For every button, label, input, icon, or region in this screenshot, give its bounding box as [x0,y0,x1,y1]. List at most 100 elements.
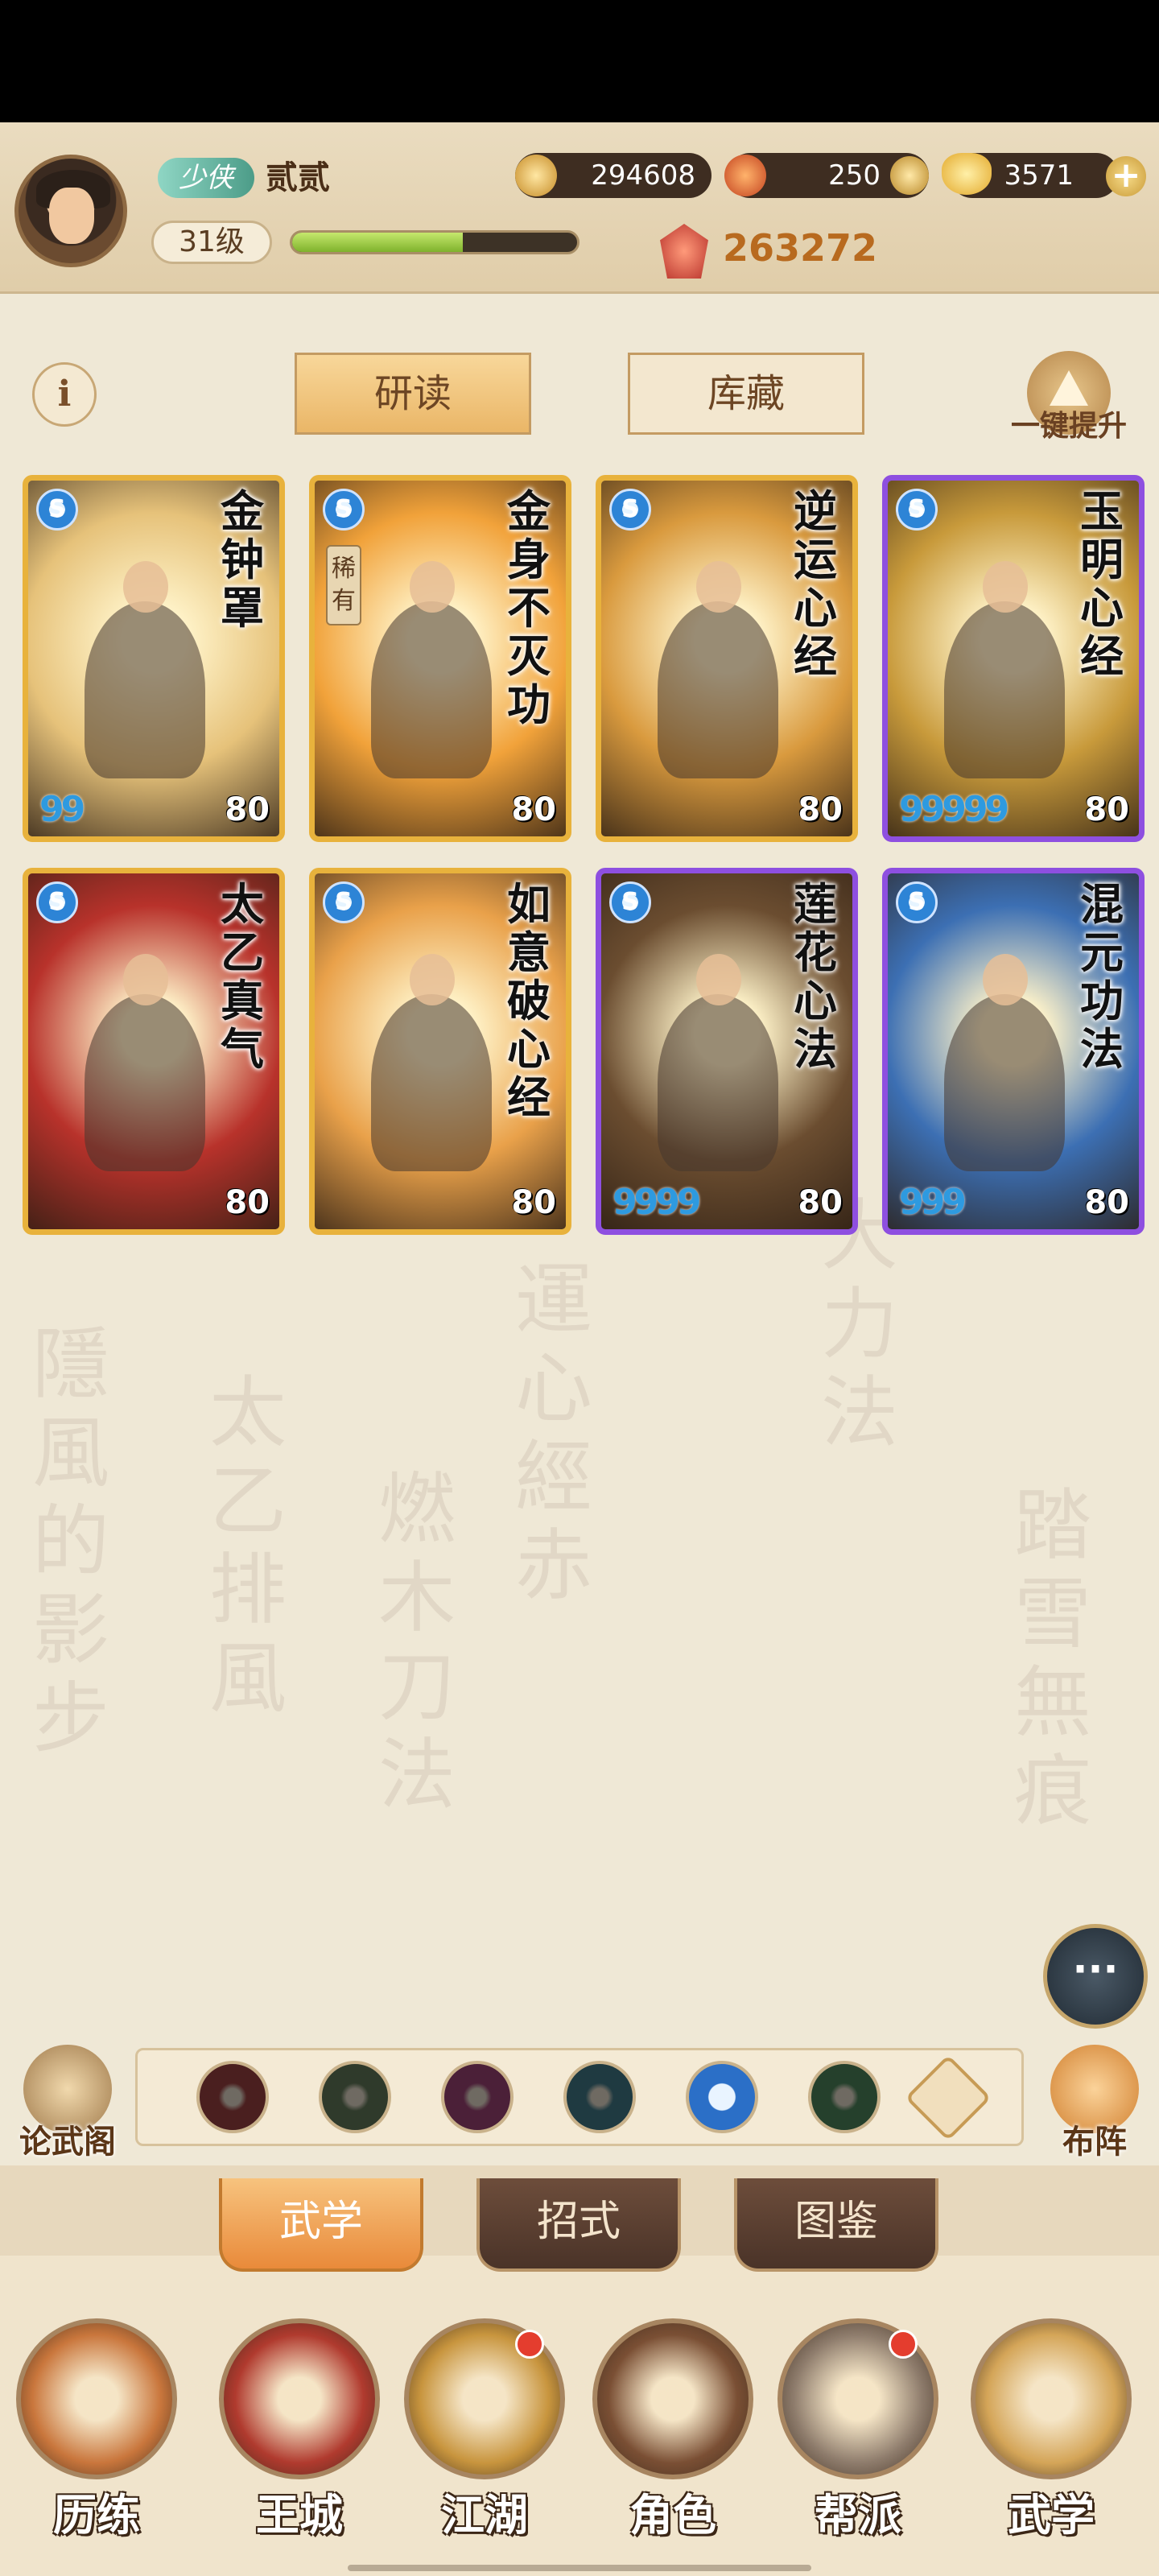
skill-card-level: 80 [511,791,556,828]
skill-card-level: 80 [225,1184,270,1221]
nav-label: 历练 [53,2490,140,2541]
coin-icon [515,155,557,196]
skill-card-name: 混元功法 [1080,878,1124,1075]
skill-card[interactable]: S 如意破心经 80 [309,868,571,1235]
skill-card-stars: 9999 [612,1182,701,1223]
tab-storage[interactable]: 库藏 [628,353,864,435]
skill-card-level: 80 [511,1184,556,1221]
skill-card[interactable]: S 玉明心经 99999 80 [882,475,1145,842]
forum-pavilion-label: 论武阁 [19,2124,116,2161]
light-step-slot-icon[interactable] [808,2061,881,2133]
fist-slot-icon[interactable] [441,2061,514,2133]
character-icon [592,2318,753,2479]
exp-bar [290,230,580,254]
palm-slot-icon[interactable] [563,2061,636,2133]
internal-skill-type-icon: S [323,489,365,530]
recharge-plus-button[interactable]: + [1106,156,1146,196]
skill-card-level: 80 [798,1184,843,1221]
rank-badge: 少侠 [158,158,254,198]
skill-card[interactable]: S 莲花心法 9999 80 [596,868,858,1235]
nav-label: 角色 [629,2490,716,2541]
nav-label: 江湖 [441,2490,528,2541]
nav-label: 武学 [1008,2490,1095,2541]
training-icon [16,2318,177,2479]
player-header: 少侠 贰贰 31级 294608 250 3571 + 263272 [0,122,1159,294]
formation-button[interactable]: 布阵 [1038,2045,1151,2161]
subtab-collection[interactable]: 图鉴 [734,2178,938,2272]
nav-character[interactable]: 角色 [592,2318,753,2541]
skill-card-level: 80 [1084,791,1129,828]
skill-card-name: 逆运心经 [794,485,837,682]
blade-slot-icon[interactable] [319,2061,391,2133]
player-avatar[interactable] [14,155,127,267]
skill-card-name: 玉明心经 [1080,485,1124,682]
skill-card[interactable]: S 混元功法 999 80 [882,868,1145,1235]
martial-artist-figure [85,954,205,1171]
internal-skill-type-icon: S [896,881,938,923]
internal-slot-icon[interactable] [686,2061,758,2133]
info-button[interactable]: i [32,362,97,427]
nav-guild[interactable]: 帮派 [777,2318,938,2541]
background-calligraphy: 太乙排風 [209,1368,287,1724]
skill-card-level: 80 [225,791,270,828]
nav-label: 王城 [256,2490,343,2541]
tab-study[interactable]: 研读 [295,353,531,435]
chat-bubble-button[interactable] [1043,1924,1148,2029]
skill-card-stars: 999 [899,1182,967,1223]
skill-card-stars: 99999 [899,789,1009,830]
internal-skill-type-icon: S [896,489,938,530]
background-calligraphy: 踏雪無痕 [1014,1480,1091,1836]
martial-artist-figure [944,954,1065,1171]
martial-artist-figure [85,561,205,778]
skill-card-level: 80 [1084,1184,1129,1221]
nav-label: 帮派 [815,2490,901,2541]
skill-card[interactable]: S 太乙真气 80 [23,868,285,1235]
power-gem-icon [660,224,708,279]
skill-card-name: 金钟罩 [221,485,264,634]
martial-artist-figure [371,954,492,1171]
one-click-upgrade-button[interactable]: 一键提升 [1004,351,1133,448]
nav-martial-arts[interactable]: 武学 [971,2318,1132,2541]
internal-skill-type-icon: S [323,881,365,923]
notification-dot [889,2330,918,2359]
status-bar [0,0,1159,122]
martial-artist-figure [944,561,1065,778]
gold-ingot-icon [942,153,992,195]
player-name: 贰贰 [266,159,330,196]
sword-slot-icon[interactable] [196,2061,269,2133]
skill-card-level: 80 [798,791,843,828]
martial-artist-figure [371,561,492,778]
martial-artist-figure [658,561,778,778]
combat-power-value: 263272 [723,226,878,270]
internal-skill-type-icon: S [609,489,651,530]
skill-card-name: 莲花心法 [794,878,837,1075]
notification-dot [515,2330,544,2359]
background-calligraphy: 燃木刀法 [378,1464,456,1820]
background-calligraphy: 運心經赤 [515,1255,592,1611]
coin-value: 294608 [591,159,695,192]
skill-card[interactable]: S 金身不灭功 稀有 80 [309,475,571,842]
flame-crystal-value: 250 [828,159,881,192]
forum-pavilion-button[interactable]: 论武阁 [11,2045,124,2161]
martial-artist-figure [658,954,778,1171]
skill-card[interactable]: S 金钟罩 99 80 [23,475,285,842]
rare-tag: 稀有 [326,545,361,625]
internal-skill-type-icon: S [609,881,651,923]
subtab-moves[interactable]: 招式 [476,2178,681,2272]
jianghu-icon [404,2318,565,2479]
gold-ingot-value: 3571 [1004,159,1074,192]
formation-label: 布阵 [1062,2124,1127,2161]
one-click-upgrade-label: 一键提升 [1010,410,1127,443]
subtab-martial-arts[interactable]: 武学 [219,2178,423,2272]
skill-card[interactable]: S 逆运心经 80 [596,475,858,842]
exp-bar-fill [292,233,464,252]
avatar-face [49,188,94,244]
guild-icon [777,2318,938,2479]
nav-city[interactable]: 王城 [219,2318,380,2541]
coin-stack-icon[interactable] [890,156,929,195]
nav-jianghu[interactable]: 江湖 [404,2318,565,2541]
nav-training[interactable]: 历练 [16,2318,177,2541]
internal-skill-type-icon: S [36,881,78,923]
skill-card-name: 如意破心经 [507,878,551,1123]
level-badge: 31级 [151,221,272,264]
